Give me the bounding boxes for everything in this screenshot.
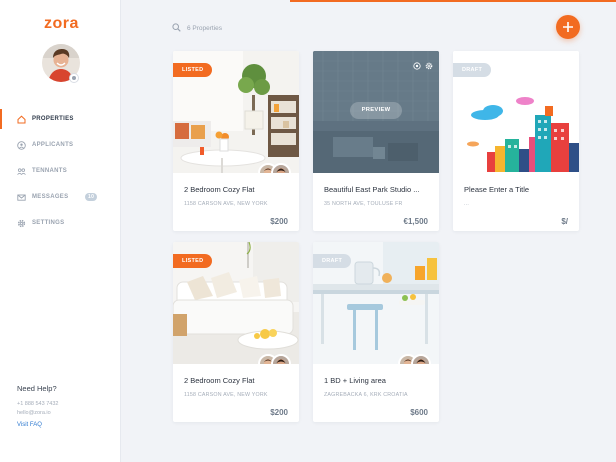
agent-avatars: [258, 163, 291, 173]
property-title: 2 Bedroom Cozy Flat: [184, 376, 255, 385]
sidebar-item-label: APPLICANTS: [32, 142, 74, 148]
agent-avatars: [398, 354, 431, 364]
help-phone[interactable]: +1 888 543 7432: [17, 400, 58, 409]
sidebar-item-label: PROPERTIES: [32, 116, 74, 122]
property-title: Beautiful East Park Studio ...: [324, 185, 420, 194]
add-property-button[interactable]: [556, 15, 580, 39]
agent-avatars: [258, 354, 291, 364]
property-card[interactable]: LISTED 2 Bedroom Cozy Flat 1158 CARSON A…: [173, 242, 299, 422]
property-title: 2 Bedroom Cozy Flat: [184, 185, 255, 194]
preview-button[interactable]: PREVIEW: [350, 102, 402, 119]
sidebar: zora PROPERTIES APPLICANTS TENNANTS MESS…: [0, 0, 121, 462]
card-tools: [413, 57, 433, 75]
property-photo: LISTED: [173, 242, 299, 364]
status-badge: DRAFT: [313, 254, 352, 268]
property-address: 1158 CARSON AVE, NEW YORK: [184, 392, 268, 398]
sidebar-item-settings[interactable]: SETTINGS: [0, 213, 121, 233]
status-badge: LISTED: [173, 254, 213, 268]
users-icon: [17, 167, 26, 176]
property-address: 1158 CARSON AVE, NEW YORK: [184, 201, 268, 207]
property-price: $/: [561, 217, 568, 226]
agent-avatar[interactable]: [411, 354, 431, 364]
agent-avatar[interactable]: [271, 354, 291, 364]
agent-avatar[interactable]: [271, 163, 291, 173]
sidebar-item-applicants[interactable]: APPLICANTS: [0, 135, 121, 155]
property-title: 1 BD + Living area: [324, 376, 386, 385]
sidebar-item-tennants[interactable]: TENNANTS: [0, 161, 121, 181]
sidebar-item-properties[interactable]: PROPERTIES: [0, 109, 121, 129]
property-title[interactable]: Please Enter a Title: [464, 185, 529, 194]
property-photo: PREVIEW: [313, 51, 439, 173]
property-card[interactable]: DRAFT 1 BD + Living area ZAGREBACKA 6, K…: [313, 242, 439, 422]
faq-link[interactable]: Visit FAQ: [17, 422, 58, 428]
gear-icon: [17, 219, 26, 228]
property-price: $200: [270, 408, 288, 417]
sidebar-nav: PROPERTIES APPLICANTS TENNANTS MESSAGES …: [0, 109, 121, 239]
sidebar-item-label: MESSAGES: [32, 194, 69, 200]
sidebar-item-label: SETTINGS: [32, 220, 65, 226]
brand-logo[interactable]: zora: [44, 15, 79, 33]
help-section: Need Help? +1 888 543 7432 hello@zora.io…: [17, 384, 58, 428]
property-card[interactable]: DRAFT Please Enter a Title ... $/: [453, 51, 579, 231]
eye-icon[interactable]: [413, 57, 421, 75]
gear-icon[interactable]: [425, 57, 433, 75]
messages-count-badge: 10: [85, 193, 98, 201]
property-search[interactable]: 6 Properties: [172, 19, 222, 37]
property-price: €1,500: [403, 217, 428, 226]
property-address: ...: [464, 201, 470, 207]
property-address: 35 NORTH AVE, TOULUSE FR: [324, 201, 403, 207]
top-accent-line: [290, 0, 616, 2]
search-icon: [172, 19, 181, 37]
property-price: $600: [410, 408, 428, 417]
sidebar-item-label: TENNANTS: [32, 168, 68, 174]
avatar-settings-badge[interactable]: [69, 73, 79, 83]
sidebar-item-messages[interactable]: MESSAGES 10: [0, 187, 121, 207]
user-circle-icon: [17, 140, 26, 150]
property-placeholder-illustration: DRAFT: [453, 51, 579, 173]
status-badge: LISTED: [173, 63, 213, 77]
help-title: Need Help?: [17, 384, 57, 393]
property-price: $200: [270, 217, 288, 226]
property-card[interactable]: LISTED 2 Bedroom Cozy Flat 1158 CARSON A…: [173, 51, 299, 231]
property-photo: DRAFT: [313, 242, 439, 364]
property-card[interactable]: PREVIEW Beautiful East Park Studio ... 3…: [313, 51, 439, 231]
search-input[interactable]: 6 Properties: [187, 25, 222, 32]
help-email[interactable]: hello@zora.io: [17, 409, 58, 418]
property-address: ZAGREBACKA 6, KRK CROATIA: [324, 392, 408, 398]
envelope-icon: [17, 193, 26, 202]
plus-icon: [563, 22, 573, 32]
home-icon: [17, 115, 26, 124]
status-badge: DRAFT: [453, 63, 492, 77]
property-photo: LISTED: [173, 51, 299, 173]
